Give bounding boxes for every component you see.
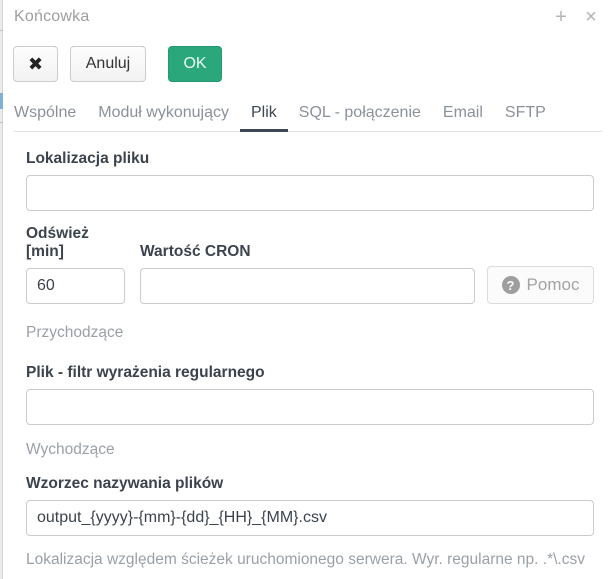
help-button[interactable]: ? Pomoc — [487, 266, 594, 304]
close-button[interactable]: ✖ — [13, 46, 58, 82]
file-filter-input[interactable] — [26, 389, 594, 425]
refresh-cron-row: Odśwież [min] Wartość CRON ? Pomoc — [26, 225, 594, 304]
question-mark-icon: ? — [502, 276, 520, 294]
window-controls: + × — [550, 4, 602, 30]
incoming-section-label: Przychodzące — [26, 324, 594, 342]
help-button-label: Pomoc — [527, 275, 580, 295]
location-hint-text: Lokalizacja względem ścieżek uruchomione… — [26, 548, 586, 571]
cron-value-input[interactable] — [140, 268, 475, 304]
tab-modul-wykonujacy[interactable]: Moduł wykonujący — [87, 100, 240, 131]
dialog-title: Końcowka — [14, 8, 89, 26]
dialog-toolbar: ✖ Anuluj OK — [13, 46, 222, 82]
naming-pattern-label: Wzorzec nazywania plików — [26, 475, 594, 493]
background-divider — [0, 30, 3, 31]
tab-plik[interactable]: Plik — [240, 100, 288, 131]
tab-panel-plik: Lokalizacja pliku Odśwież [min] Wartość … — [26, 140, 594, 571]
outgoing-section-label: Wychodzące — [26, 441, 594, 459]
file-location-input[interactable] — [26, 175, 594, 211]
cron-value-label: Wartość CRON — [140, 243, 475, 261]
endpoint-dialog: Końcowka + × ✖ Anuluj OK Wspólne Moduł w… — [4, 0, 608, 579]
refresh-min-label: Odśwież [min] — [26, 225, 125, 261]
background-page-edge — [0, 0, 3, 579]
cancel-button[interactable]: Anuluj — [70, 46, 146, 82]
cron-field-group: Wartość CRON — [140, 243, 475, 304]
tab-email[interactable]: Email — [432, 100, 494, 131]
refresh-field-group: Odśwież [min] — [26, 225, 125, 304]
close-window-icon[interactable]: × — [580, 4, 602, 30]
maximize-icon[interactable]: + — [550, 4, 572, 30]
naming-pattern-input[interactable] — [26, 500, 594, 536]
file-location-label: Lokalizacja pliku — [26, 150, 594, 168]
refresh-min-input[interactable] — [26, 268, 125, 304]
ok-button[interactable]: OK — [168, 46, 222, 82]
background-divider — [0, 122, 3, 123]
background-accent-strip — [0, 93, 3, 109]
tab-sql-polaczenie[interactable]: SQL - połączenie — [288, 100, 432, 131]
tab-wspolne[interactable]: Wspólne — [14, 100, 87, 131]
tab-sftp[interactable]: SFTP — [494, 100, 557, 131]
file-filter-label: Plik - filtr wyrażenia regularnego — [26, 364, 594, 382]
tab-bar: Wspólne Moduł wykonujący Plik SQL - połą… — [14, 100, 602, 132]
